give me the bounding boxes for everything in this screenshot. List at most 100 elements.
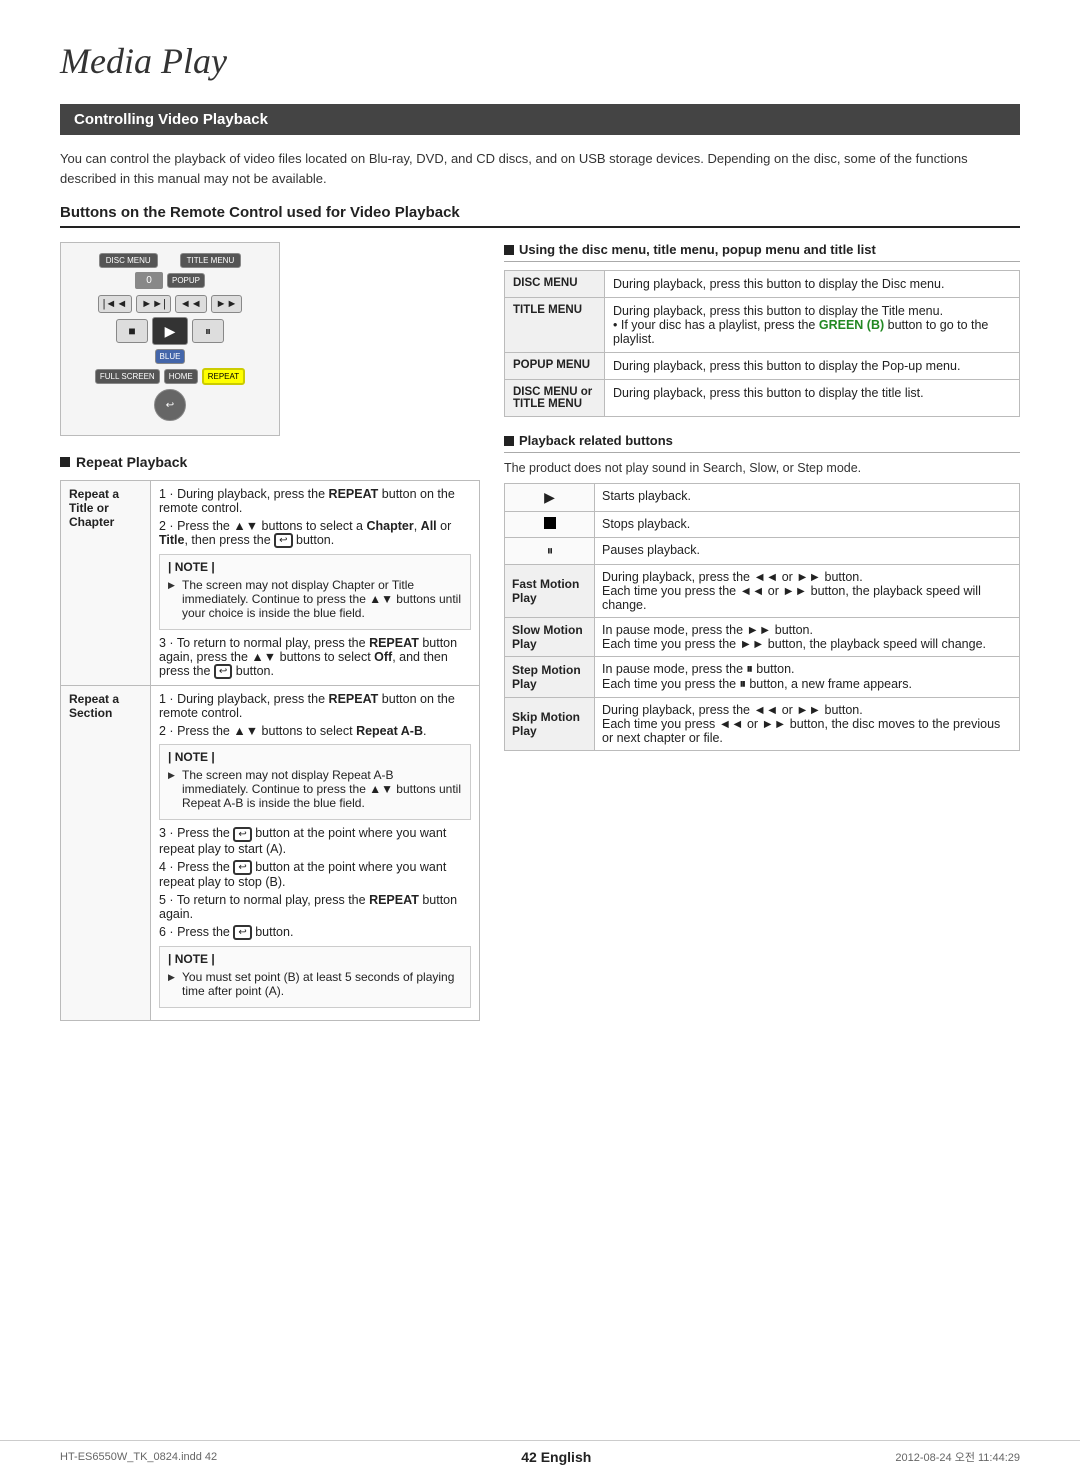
- note-item-2: The screen may not display Repeat A-B im…: [168, 768, 462, 810]
- pause-btn: ⏸: [192, 319, 224, 343]
- disc-menu-table: DISC MENU During playback, press this bu…: [504, 270, 1020, 417]
- play-btn: ▶: [152, 317, 188, 345]
- step2: 2 · Press the ▲▼ buttons to select a Cha…: [159, 519, 471, 548]
- sec-step1: 1 · During playback, press the REPEAT bu…: [159, 692, 471, 720]
- step-motion-label: Step Motion Play: [505, 657, 595, 698]
- pause-desc: Pauses playback.: [595, 538, 1020, 565]
- sec-step2: 2 · Press the ▲▼ buttons to select Repea…: [159, 724, 471, 738]
- repeat-title-content: 1 · During playback, press the REPEAT bu…: [151, 481, 480, 686]
- intro-text: You can control the playback of video fi…: [60, 149, 1020, 188]
- step-motion-desc: In pause mode, press the ⏸ button. Each …: [595, 657, 1020, 698]
- popup-menu-label: POPUP MENU: [505, 353, 605, 380]
- repeat-table: Repeat a Title or Chapter 1 · During pla…: [60, 480, 480, 1021]
- disc-menu-section-title: Using the disc menu, title menu, popup m…: [504, 242, 1020, 262]
- slow-motion-label: Slow Motion Play: [505, 618, 595, 657]
- disc-menu-section: Using the disc menu, title menu, popup m…: [504, 242, 1020, 417]
- repeat-title-row: Repeat a Title or Chapter 1 · During pla…: [61, 481, 480, 686]
- note-block-2: | NOTE | The screen may not display Repe…: [159, 744, 471, 820]
- repeat-icon-3: ↩: [233, 827, 251, 842]
- disc-menu-row: DISC MENU During playback, press this bu…: [505, 271, 1020, 298]
- step1: 1 · During playback, press the REPEAT bu…: [159, 487, 471, 515]
- repeat-section-label: Repeat a Section: [61, 686, 151, 1021]
- right-column: Using the disc menu, title menu, popup m…: [504, 242, 1020, 1021]
- playback-table: ▶ Starts playback. Stops playback. ⏸ Pau…: [504, 483, 1020, 751]
- pause-icon-cell: ⏸: [505, 538, 595, 565]
- repeat-icon-5: ↩: [233, 925, 251, 940]
- bullet-icon-3: [504, 436, 514, 446]
- page-title: Media Play: [60, 40, 1020, 82]
- skip-motion-label: Skip Motion Play: [505, 698, 595, 751]
- stop-desc: Stops playback.: [595, 512, 1020, 538]
- disc-title-desc: During playback, press this button to di…: [605, 380, 1020, 417]
- fast-motion-desc: During playback, press the ◄◄ or ►► butt…: [595, 565, 1020, 618]
- repeat-icon-1: ↩: [274, 533, 292, 548]
- repeat-icon-4: ↩: [233, 860, 251, 875]
- left-column: DISC MENU TITLE MENU 0 POPUP |◄◄ ►►| ◄◄ …: [60, 242, 480, 1021]
- blue-btn: BLUE: [155, 349, 186, 364]
- footer: HT-ES6550W_TK_0824.indd 42 42 English 20…: [0, 1440, 1080, 1465]
- skip-motion-desc: During playback, press the ◄◄ or ►► butt…: [595, 698, 1020, 751]
- step-motion-row: Step Motion Play In pause mode, press th…: [505, 657, 1020, 698]
- note-block-3: | NOTE | You must set point (B) at least…: [159, 946, 471, 1008]
- page-content: Media Play Controlling Video Playback Yo…: [0, 0, 1080, 1061]
- bullet-icon: [60, 457, 70, 467]
- home-btn: HOME: [164, 369, 198, 384]
- repeat-title-label: Repeat a Title or Chapter: [61, 481, 151, 686]
- play-icon-cell: ▶: [505, 484, 595, 512]
- sec-step6: 6 · Press the ↩ button.: [159, 925, 471, 940]
- page-number: 42 English: [521, 1449, 591, 1465]
- enter-btn: ↩: [154, 389, 186, 421]
- play-desc: Starts playback.: [595, 484, 1020, 512]
- two-col-layout: DISC MENU TITLE MENU 0 POPUP |◄◄ ►►| ◄◄ …: [60, 242, 1020, 1021]
- disc-menu-desc: During playback, press this button to di…: [605, 271, 1020, 298]
- title-menu-btn: TITLE MENU: [180, 253, 242, 268]
- sec-step4: 4 · Press the ↩ button at the point wher…: [159, 860, 471, 889]
- stop-icon-cell: [505, 512, 595, 538]
- title-menu-label: TITLE MENU: [505, 298, 605, 353]
- sec-step3: 3 · Press the ↩ button at the point wher…: [159, 826, 471, 855]
- pause-icon: ⏸: [547, 543, 553, 558]
- note-item-3: You must set point (B) at least 5 second…: [168, 970, 462, 998]
- repeat-section-row: Repeat a Section 1 · During playback, pr…: [61, 686, 480, 1021]
- fast-motion-label: Fast Motion Play: [505, 565, 595, 618]
- popup-menu-desc: During playback, press this button to di…: [605, 353, 1020, 380]
- note-block-1: | NOTE | The screen may not display Chap…: [159, 554, 471, 630]
- stop-row: Stops playback.: [505, 512, 1020, 538]
- disc-title-label: DISC MENU or TITLE MENU: [505, 380, 605, 417]
- title-menu-row: TITLE MENU During playback, press this b…: [505, 298, 1020, 353]
- ffwd-btn: ►►: [211, 295, 243, 313]
- sec-step5: 5 · To return to normal play, press the …: [159, 893, 471, 921]
- stop-btn: ■: [116, 319, 148, 343]
- prev-chapter-btn: |◄◄: [98, 295, 133, 313]
- play-icon: ▶: [544, 489, 555, 505]
- remote-diagram: DISC MENU TITLE MENU 0 POPUP |◄◄ ►►| ◄◄ …: [60, 242, 280, 436]
- section-header: Controlling Video Playback: [60, 104, 1020, 135]
- pause-row: ⏸ Pauses playback.: [505, 538, 1020, 565]
- next-chapter-btn: ►►|: [136, 295, 171, 313]
- full-screen-btn: FULL SCREEN: [95, 369, 160, 384]
- playback-buttons-section: Playback related buttons The product doe…: [504, 433, 1020, 751]
- green-b-label: GREEN (B): [819, 318, 884, 332]
- disc-menu-label: DISC MENU: [505, 271, 605, 298]
- subsection-title: Buttons on the Remote Control used for V…: [60, 204, 1020, 228]
- title-menu-desc: During playback, press this button to di…: [605, 298, 1020, 353]
- popup-btn: POPUP: [167, 273, 205, 288]
- repeat-btn: REPEAT: [202, 368, 245, 385]
- disc-menu-btn: DISC MENU: [99, 253, 158, 268]
- disc-title-row: DISC MENU or TITLE MENU During playback,…: [505, 380, 1020, 417]
- number-zero-btn: 0: [135, 272, 163, 289]
- footer-right: 2012-08-24 오전 11:44:29: [895, 1449, 1020, 1465]
- fast-motion-row: Fast Motion Play During playback, press …: [505, 565, 1020, 618]
- footer-left: HT-ES6550W_TK_0824.indd 42: [60, 1451, 217, 1463]
- note-item-1: The screen may not display Chapter or Ti…: [168, 578, 462, 620]
- playback-buttons-title: Playback related buttons: [504, 433, 1020, 453]
- skip-motion-row: Skip Motion Play During playback, press …: [505, 698, 1020, 751]
- slow-motion-desc: In pause mode, press the ►► button. Each…: [595, 618, 1020, 657]
- repeat-playback-title: Repeat Playback: [60, 454, 480, 470]
- step3: 3 · To return to normal play, press the …: [159, 636, 471, 679]
- slow-motion-row: Slow Motion Play In pause mode, press th…: [505, 618, 1020, 657]
- product-note: The product does not play sound in Searc…: [504, 461, 1020, 475]
- popup-menu-row: POPUP MENU During playback, press this b…: [505, 353, 1020, 380]
- rewind-btn: ◄◄: [175, 295, 207, 313]
- play-row: ▶ Starts playback.: [505, 484, 1020, 512]
